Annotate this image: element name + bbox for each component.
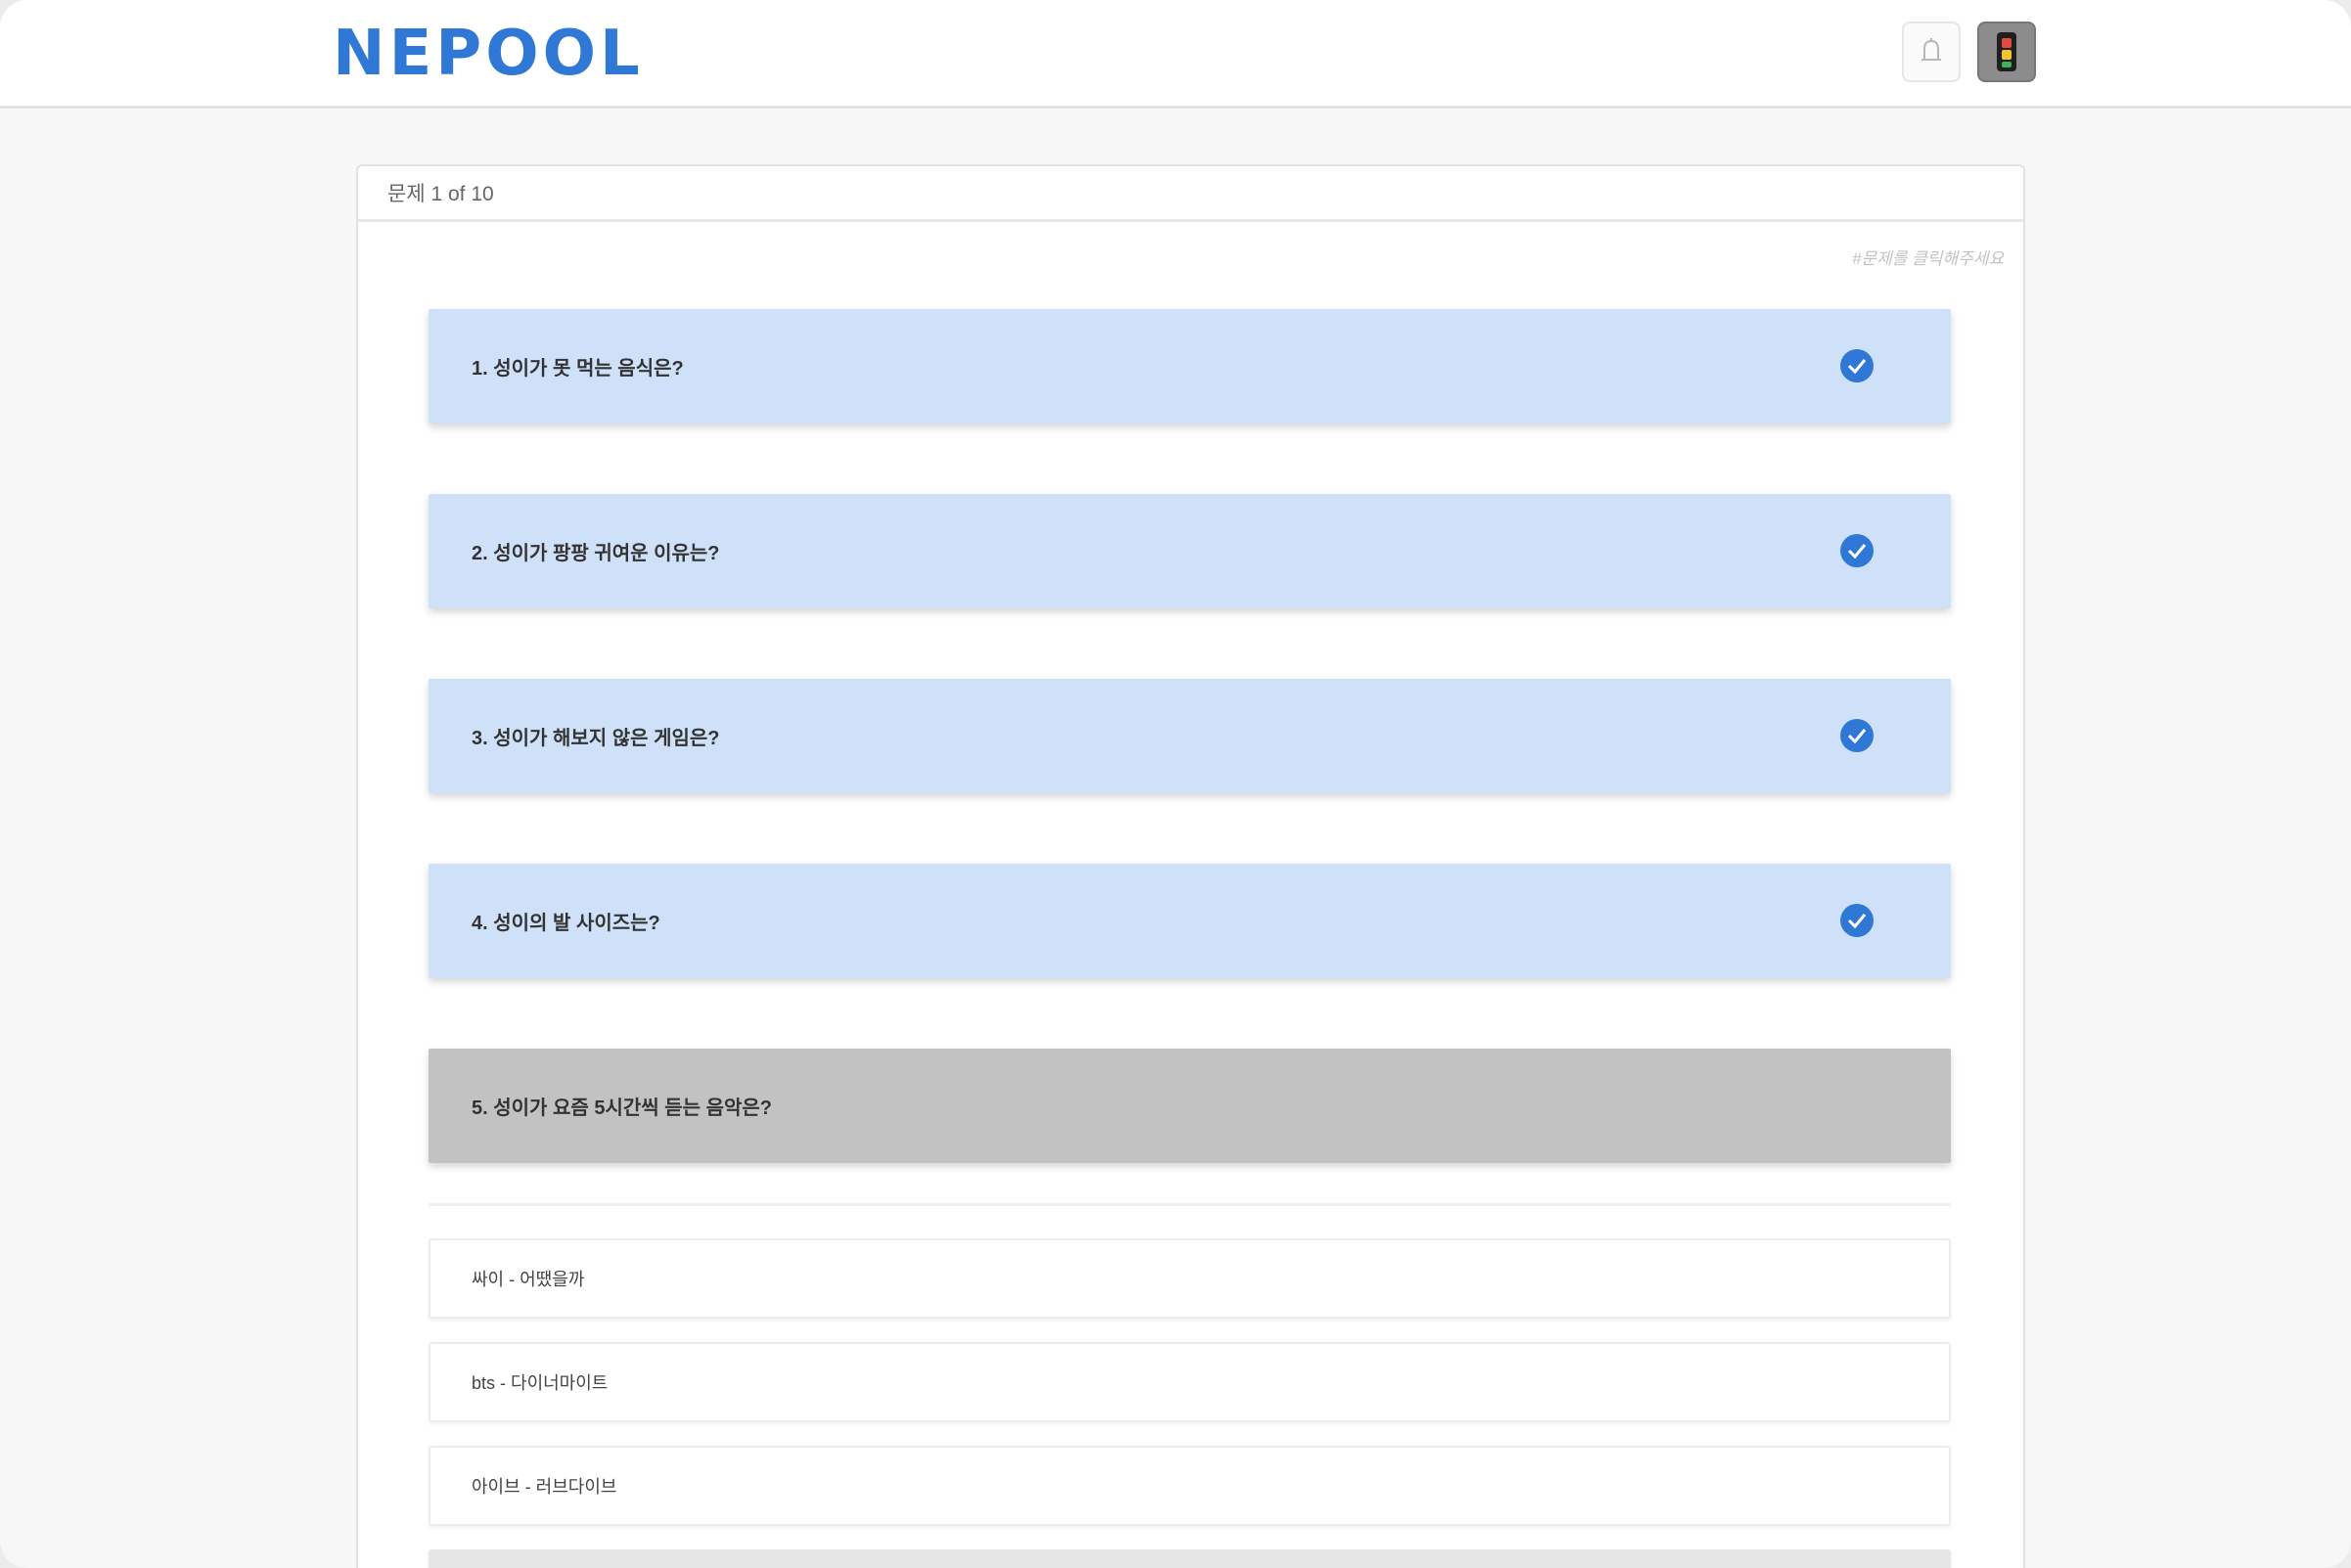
- top-navbar: NEPOOL: [0, 0, 2351, 109]
- answer-option-label: 아이브 - 러브다이브: [472, 1477, 617, 1497]
- question-item-4[interactable]: 4. 성이의 발 사이즈는?: [429, 864, 1951, 978]
- question-label: 3. 성이가 해보지 않은 게임은?: [472, 728, 720, 749]
- question-item-3[interactable]: 3. 성이가 해보지 않은 게임은?: [429, 679, 1951, 793]
- quiz-progress-text: 문제 1 of 10: [387, 183, 494, 205]
- divider: [429, 1203, 1951, 1206]
- quiz-progress-header: 문제 1 of 10: [358, 166, 2023, 222]
- notification-button[interactable]: [1902, 22, 1961, 82]
- app-window: NEPOOL 문제 1 of 10 #문제를 클릭해주세요 1. 성이가 못 먹…: [0, 0, 2351, 1568]
- answer-option-label: bts - 다이너마이트: [472, 1373, 609, 1393]
- profile-avatar-button[interactable]: [1977, 22, 2036, 82]
- bell-icon: [1921, 38, 1941, 61]
- question-label: 2. 성이가 팡팡 귀여운 이유는?: [472, 543, 720, 564]
- answer-option-3[interactable]: 아이브 - 러브다이브: [429, 1446, 1951, 1526]
- quiz-hint: #문제를 클릭해주세요: [1852, 249, 2004, 268]
- check-circle-icon: [1840, 534, 1874, 567]
- avatar-icon: [1997, 32, 2016, 71]
- check-circle-icon: [1840, 904, 1874, 937]
- answer-option-1[interactable]: 싸이 - 어땠을까: [429, 1238, 1951, 1319]
- question-label: 5. 성이가 요즘 5시간씩 듣는 음악은?: [472, 1098, 773, 1119]
- answer-option-4[interactable]: [429, 1549, 1951, 1568]
- question-item-5[interactable]: 5. 성이가 요즘 5시간씩 듣는 음악은?: [429, 1049, 1951, 1163]
- answer-option-label: 싸이 - 어땠을까: [472, 1270, 585, 1289]
- question-item-1[interactable]: 1. 성이가 못 먹는 음식은?: [429, 309, 1951, 424]
- check-circle-icon: [1840, 349, 1874, 382]
- question-label: 1. 성이가 못 먹는 음식은?: [472, 358, 684, 380]
- check-circle-icon: [1840, 719, 1874, 752]
- question-item-2[interactable]: 2. 성이가 팡팡 귀여운 이유는?: [429, 494, 1951, 608]
- logo[interactable]: NEPOOL: [333, 18, 644, 90]
- question-label: 4. 성이의 발 사이즈는?: [472, 913, 660, 934]
- quiz-card: 문제 1 of 10 #문제를 클릭해주세요 1. 성이가 못 먹는 음식은? …: [356, 164, 2025, 1568]
- answer-option-2[interactable]: bts - 다이너마이트: [429, 1342, 1951, 1422]
